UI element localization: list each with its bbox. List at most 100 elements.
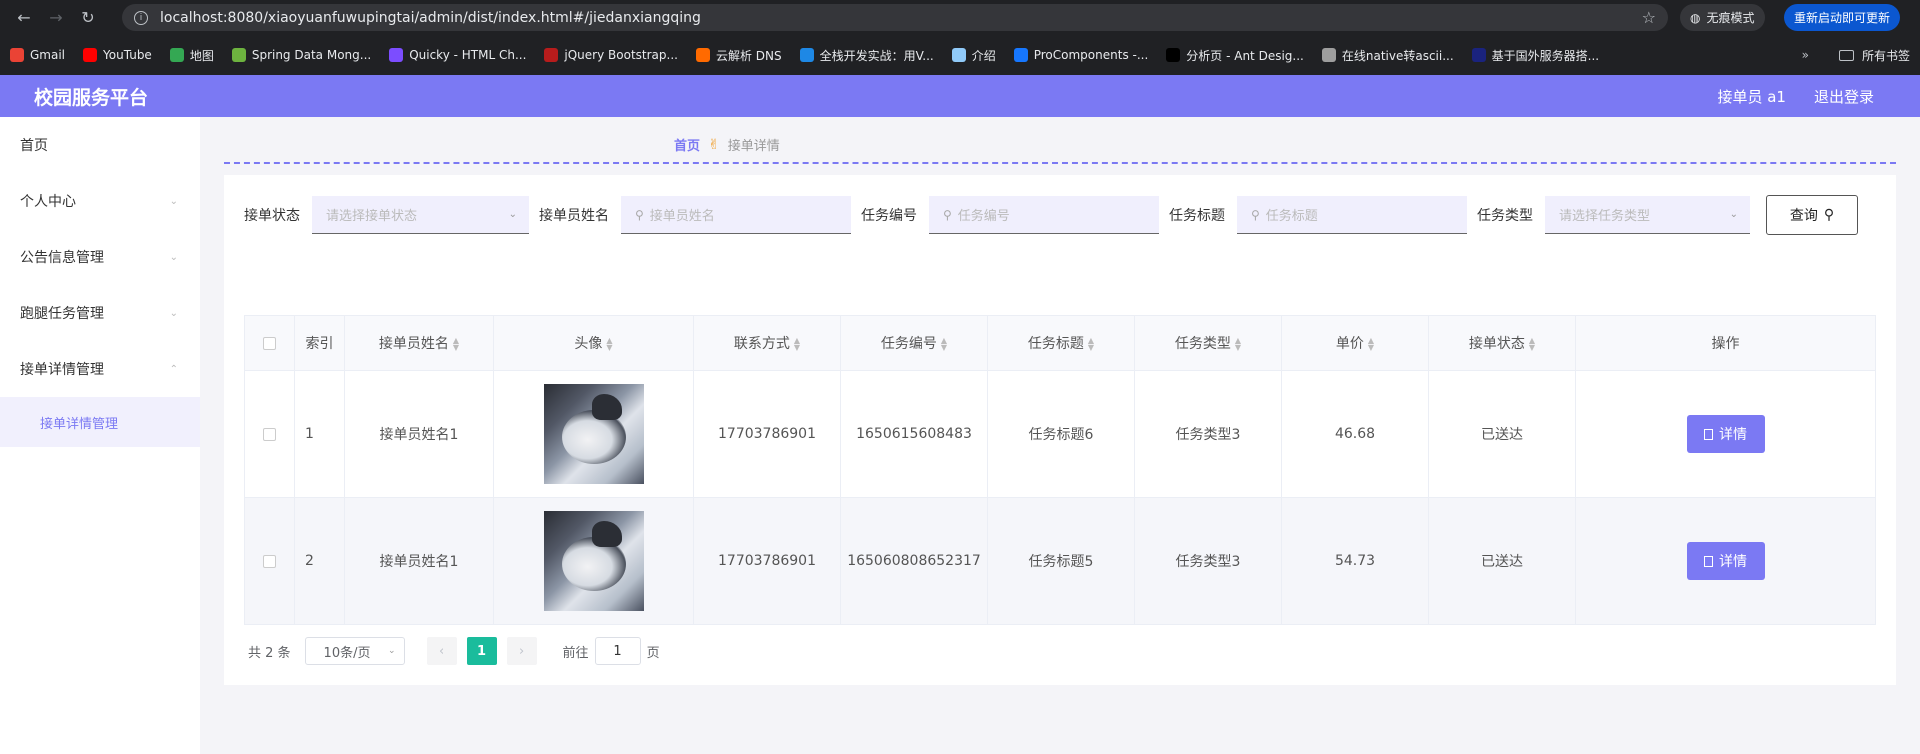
sort-icon[interactable]: ▲ ▼ [1529,337,1535,352]
col-task-no[interactable]: 任务编号 ▲ ▼ [840,315,988,371]
sort-icon[interactable]: ▲ ▼ [453,337,459,352]
breadcrumb-home[interactable]: 首页 [674,135,700,154]
page-number-active[interactable]: 1 [466,637,497,665]
sort-icon[interactable]: ▲ ▼ [794,337,800,352]
bookmark-favicon-icon [1166,48,1181,62]
browser-chrome: ← → ↻ i localhost:8080/xiaoyuanfuwupingt… [0,0,1920,75]
col-status[interactable]: 接单状态 ▲ ▼ [1428,315,1576,371]
task-no-input-placeholder: 任务编号 [957,209,1010,224]
chevron-down-icon: ⌄ [508,209,517,220]
back-icon[interactable]: ← [10,4,38,32]
col-price-label: 单价 [1335,336,1364,352]
breadcrumb-divider [224,162,1896,164]
bookmark-item[interactable]: 介绍 [951,47,996,64]
sort-icon[interactable]: ▲ ▼ [1368,337,1374,352]
goto-label: 前往 [562,645,589,661]
browser-toolbar: ← → ↻ i localhost:8080/xiaoyuanfuwupingt… [0,0,1920,35]
bookmark-item[interactable]: 在线native转ascii... [1321,47,1454,64]
bookmark-item[interactable]: 全栈开发实战：用V... [799,47,934,64]
cell-contact: 17703786901 [693,370,841,498]
next-page-button[interactable]: › [506,637,537,665]
avatar-image [543,511,644,611]
bookmark-favicon-icon [389,48,404,62]
chevron-down-icon: ⌄ [169,307,178,319]
status-filter-label: 接单状态 [244,208,300,224]
sidebar-item-order-details[interactable]: 接单详情管理 ⌃ [0,341,200,397]
status-select[interactable]: 请选择接单状态 ⌄ [312,196,529,234]
bookmark-item[interactable]: 基于国外服务器搭... [1471,47,1599,64]
goto-suffix: 页 [646,645,660,661]
bookmark-favicon-icon [1321,48,1336,62]
forward-icon[interactable]: → [42,4,70,32]
incognito-icon: ◍ [1690,10,1701,25]
sidebar-subitem-order-detail-management[interactable]: 接单详情管理 [0,397,200,447]
col-name[interactable]: 接单员姓名 ▲ ▼ [344,315,494,371]
chevron-right-icon[interactable]: » [1802,48,1809,62]
name-input[interactable]: ⚲ 接单员姓名 [621,196,851,234]
bookmark-label: 介绍 [971,48,996,63]
search-icon: ⚲ [1251,207,1260,222]
col-actions-label: 操作 [1711,336,1740,352]
address-bar[interactable]: i localhost:8080/xiaoyuanfuwupingtai/adm… [122,4,1668,31]
task-type-select-placeholder: 请选择任务类型 [1559,209,1651,224]
sidebar-item-label: 跑腿任务管理 [20,306,104,322]
row-select-cell [244,370,295,498]
bookmark-item[interactable]: YouTube [83,48,152,62]
col-contact-label: 联系方式 [733,336,790,352]
status-select-placeholder: 请选择接单状态 [326,209,418,224]
url-text: localhost:8080/xiaoyuanfuwupingtai/admin… [160,9,701,26]
bookmark-star-icon[interactable]: ☆ [1642,8,1656,27]
query-button[interactable]: 查询 ⚲ [1766,195,1858,235]
sidebar-item-home[interactable]: 首页 [0,117,200,173]
col-task-title[interactable]: 任务标题 ▲ ▼ [987,315,1135,371]
detail-button[interactable]: 详情 [1686,542,1765,580]
bookmark-item[interactable]: 地图 [169,47,214,64]
col-avatar[interactable]: 头像 ▲ ▼ [493,315,694,371]
bookmark-item[interactable]: ProComponents -... [1013,48,1148,62]
sort-icon[interactable]: ▲ ▼ [606,337,612,352]
logout-button[interactable]: 退出登录 [1814,86,1874,107]
document-icon [1704,555,1713,567]
sidebar-item-personal-center[interactable]: 个人中心 ⌄ [0,173,200,229]
cell-name: 接单员姓名1 [344,497,494,625]
sidebar-item-label: 接单详情管理 [20,362,104,378]
sort-icon[interactable]: ▲ ▼ [1235,337,1241,352]
order-detail-table: 索引 接单员姓名 ▲ ▼ 头像 ▲ ▼ 联系方式 ▲ ▼ 任务编号 ▲ ▼ 任务标题 ▲ ▼ 任务类… [244,315,1876,625]
col-task-type[interactable]: 任务类型 ▲ ▼ [1134,315,1282,371]
reload-icon[interactable]: ↻ [74,4,102,32]
sidebar-item-errand-tasks[interactable]: 跑腿任务管理 ⌄ [0,285,200,341]
col-contact[interactable]: 联系方式 ▲ ▼ [693,315,841,371]
prev-page-button[interactable]: ‹ [426,637,457,665]
chevron-down-icon: ⌄ [1729,209,1738,220]
task-type-select[interactable]: 请选择任务类型 ⌄ [1545,196,1750,234]
cell-task-title: 任务标题5 [987,497,1135,625]
select-all-cell [244,315,295,371]
page-size-select[interactable]: 10条/页 ⌄ [304,637,405,665]
task-title-input[interactable]: ⚲ 任务标题 [1237,196,1467,234]
goto-page-input[interactable]: 1 [594,637,641,665]
task-no-input[interactable]: ⚲ 任务编号 [929,196,1159,234]
select-all-checkbox[interactable] [263,336,276,350]
update-button[interactable]: 重新启动即可更新 [1784,4,1901,31]
search-icon: ⚲ [1823,207,1835,223]
detail-button[interactable]: 详情 [1686,415,1765,453]
main-area: 首页 ✌ 接单详情 接单状态 请选择接单状态 ⌄ 接单员姓名 ⚲ 接单员姓名 任… [200,117,1920,754]
bookmark-item[interactable]: 分析页 - Ant Desig... [1166,47,1304,64]
sort-icon[interactable]: ▲ ▼ [941,337,947,352]
sort-icon[interactable]: ▲ ▼ [1088,337,1094,352]
chevron-down-icon: ⌄ [169,195,178,207]
site-info-icon[interactable]: i [134,10,148,25]
col-price[interactable]: 单价 ▲ ▼ [1281,315,1429,371]
incognito-badge[interactable]: ◍ 无痕模式 [1680,4,1765,31]
app-header: 校园服务平台 接单员 a1 退出登录 [0,75,1920,117]
bookmark-item[interactable]: Spring Data Mong... [231,48,371,62]
bookmark-item[interactable]: Gmail [10,48,65,62]
row-checkbox[interactable] [263,427,276,441]
bookmark-item[interactable]: Quicky - HTML Ch... [389,48,526,62]
all-bookmarks-link[interactable]: 所有书签 [1862,47,1910,64]
sidebar-item-announcements[interactable]: 公告信息管理 ⌄ [0,229,200,285]
cell-contact: 17703786901 [693,497,841,625]
row-checkbox[interactable] [263,554,276,568]
bookmark-item[interactable]: 云解析 DNS [695,47,782,64]
bookmark-item[interactable]: jQuery Bootstrap... [544,48,678,62]
